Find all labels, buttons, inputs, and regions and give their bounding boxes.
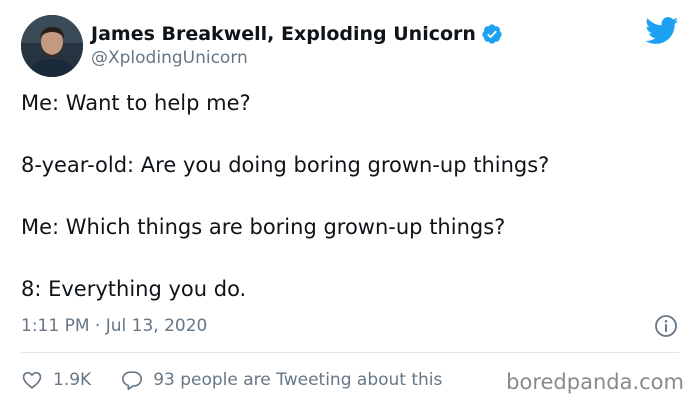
tweet-card: James Breakwell, Exploding Unicorn @Xplo… xyxy=(0,0,700,406)
author-block: James Breakwell, Exploding Unicorn @Xplo… xyxy=(91,22,503,69)
timestamp[interactable]: 1:11 PM · Jul 13, 2020 xyxy=(21,314,207,338)
tweet-line: 8-year-old: Are you doing boring grown-u… xyxy=(21,153,550,177)
name-row: James Breakwell, Exploding Unicorn xyxy=(91,22,503,46)
verified-badge-icon xyxy=(481,23,503,45)
like-button[interactable]: 1.9K xyxy=(21,369,91,391)
like-count: 1.9K xyxy=(53,370,92,390)
info-icon[interactable] xyxy=(654,314,678,338)
tweet-actions: 1.9K 93 people are Tweeting about this xyxy=(21,367,442,393)
avatar[interactable] xyxy=(21,15,83,77)
twitter-bird-icon[interactable] xyxy=(645,17,679,45)
conversation-text: 93 people are Tweeting about this xyxy=(153,370,443,390)
comment-icon xyxy=(121,369,143,391)
conversation-link[interactable]: 93 people are Tweeting about this xyxy=(121,369,442,391)
tweet-body: Me: Want to help me? 8-year-old: Are you… xyxy=(21,88,681,304)
avatar-image xyxy=(21,15,83,77)
tweet-line: 8: Everything you do. xyxy=(21,277,247,301)
tweet-line: Me: Want to help me? xyxy=(21,91,251,115)
tweet-line: Me: Which things are boring grown-up thi… xyxy=(21,215,506,239)
watermark: boredpanda.com xyxy=(498,367,684,397)
divider xyxy=(21,352,679,353)
display-name[interactable]: James Breakwell, Exploding Unicorn xyxy=(91,22,476,46)
handle[interactable]: @XplodingUnicorn xyxy=(91,47,503,69)
heart-icon xyxy=(21,369,43,391)
